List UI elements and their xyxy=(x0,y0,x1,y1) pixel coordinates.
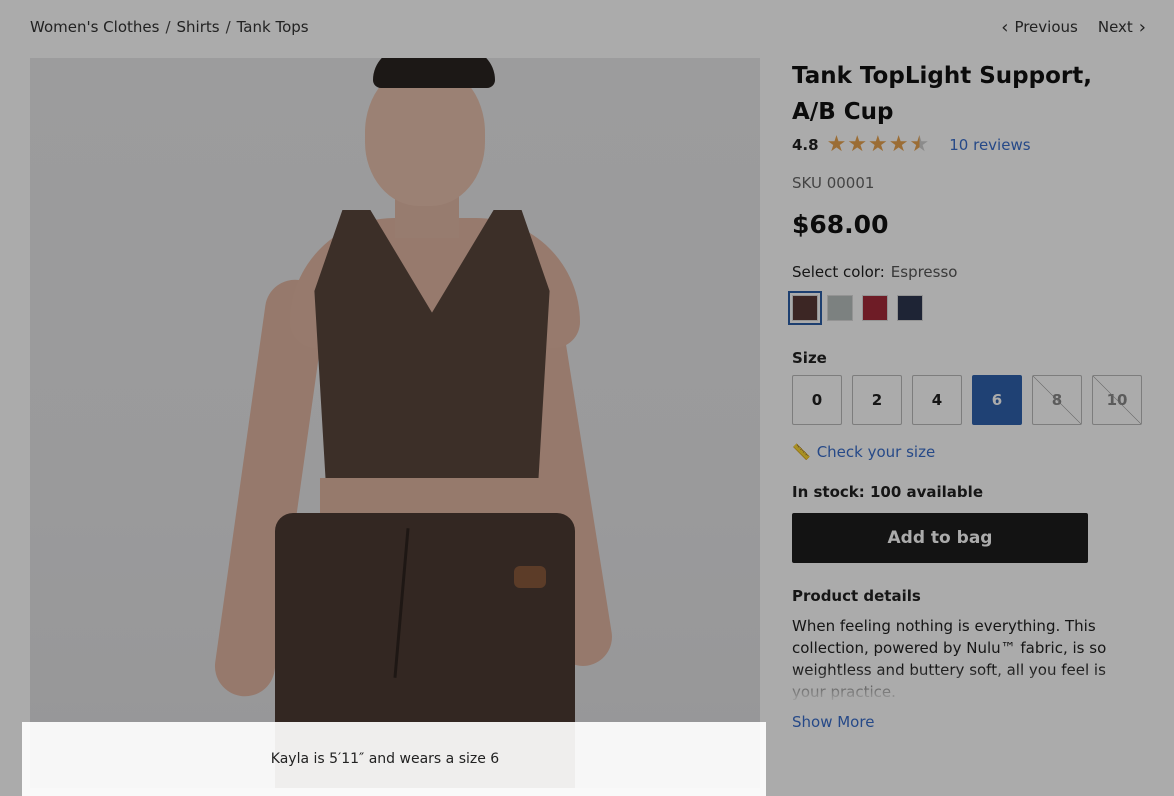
color-swatches xyxy=(788,291,1152,325)
star-half-icon: ★ xyxy=(909,132,930,157)
price: $68.00 xyxy=(792,210,889,239)
stock-status: In stock: 100 available xyxy=(792,483,983,501)
previous-link[interactable]: ‹ Previous xyxy=(1001,18,1078,36)
reviews-link[interactable]: 10 reviews xyxy=(949,136,1030,154)
size-option-4[interactable]: 4 xyxy=(912,375,962,425)
size-option-2[interactable]: 2 xyxy=(852,375,902,425)
color-selector-label: Select color: Espresso xyxy=(792,263,1152,281)
sku: SKU 00001 xyxy=(792,174,875,192)
size-option-8[interactable]: 8 xyxy=(1032,375,1082,425)
swatch-grey-sage[interactable] xyxy=(827,295,853,321)
product-title: Tank TopLight Support, A/B Cup xyxy=(792,63,1092,125)
check-size-label: Check your size xyxy=(816,443,936,461)
star-icon: ★ xyxy=(826,132,847,157)
breadcrumb-item-tank-tops[interactable]: Tank Tops xyxy=(237,18,309,36)
product-details-text: When feeling nothing is everything. This… xyxy=(792,617,1107,701)
breadcrumb-separator: / xyxy=(225,18,231,36)
rating-score: 4.8 xyxy=(792,136,819,154)
chevron-left-icon: ‹ xyxy=(1001,16,1009,38)
swatch-espresso[interactable] xyxy=(788,291,822,325)
size-options: 0 2 4 6 8 10 xyxy=(792,375,1152,425)
breadcrumb: Women's Clothes / Shirts / Tank Tops xyxy=(30,18,309,36)
next-label: Next xyxy=(1097,18,1133,36)
breadcrumb-separator: / xyxy=(165,18,171,36)
product-info: Tank TopLight Support, A/B Cup 4.8 ★ ★ ★… xyxy=(788,58,1152,731)
chevron-right-icon: › xyxy=(1138,16,1146,38)
product-pager: ‹ Previous Next › xyxy=(1001,18,1146,36)
add-to-bag-button[interactable]: Add to bag xyxy=(792,513,1088,563)
swatch-navy[interactable] xyxy=(897,295,923,321)
product-page: Women's Clothes / Shirts / Tank Tops ‹ P… xyxy=(0,0,1174,796)
previous-label: Previous xyxy=(1014,18,1078,36)
model-figure xyxy=(373,58,495,88)
product-details-title: Product details xyxy=(792,587,921,605)
select-color-label: Select color: xyxy=(792,263,885,281)
breadcrumb-item-shirts[interactable]: Shirts xyxy=(177,18,220,36)
star-icon: ★ xyxy=(888,132,909,157)
star-icon: ★ xyxy=(847,132,868,157)
size-option-10[interactable]: 10 xyxy=(1092,375,1142,425)
breadcrumb-item-womens-clothes[interactable]: Women's Clothes xyxy=(30,18,159,36)
check-size-link[interactable]: 📏 Check your size xyxy=(792,443,1152,461)
ruler-icon: 📏 xyxy=(792,443,811,461)
watch xyxy=(514,566,546,588)
size-option-0[interactable]: 0 xyxy=(792,375,842,425)
size-label: Size xyxy=(792,349,827,367)
image-caption: Kayla is 5′11″ and wears a size 6 xyxy=(22,722,766,796)
show-more-link[interactable]: Show More xyxy=(792,713,1152,731)
selected-color-name: Espresso xyxy=(890,263,958,281)
size-option-6[interactable]: 6 xyxy=(972,375,1022,425)
caption-text: Kayla is 5′11″ and wears a size 6 xyxy=(270,751,500,767)
star-icon: ★ xyxy=(868,132,888,157)
rating-row: 4.8 ★ ★ ★ ★ ★ 10 reviews xyxy=(792,132,1152,158)
product-image[interactable] xyxy=(30,58,760,788)
star-rating: ★ ★ ★ ★ ★ xyxy=(827,134,930,156)
next-link[interactable]: Next › xyxy=(1098,18,1146,36)
swatch-burgundy[interactable] xyxy=(862,295,888,321)
